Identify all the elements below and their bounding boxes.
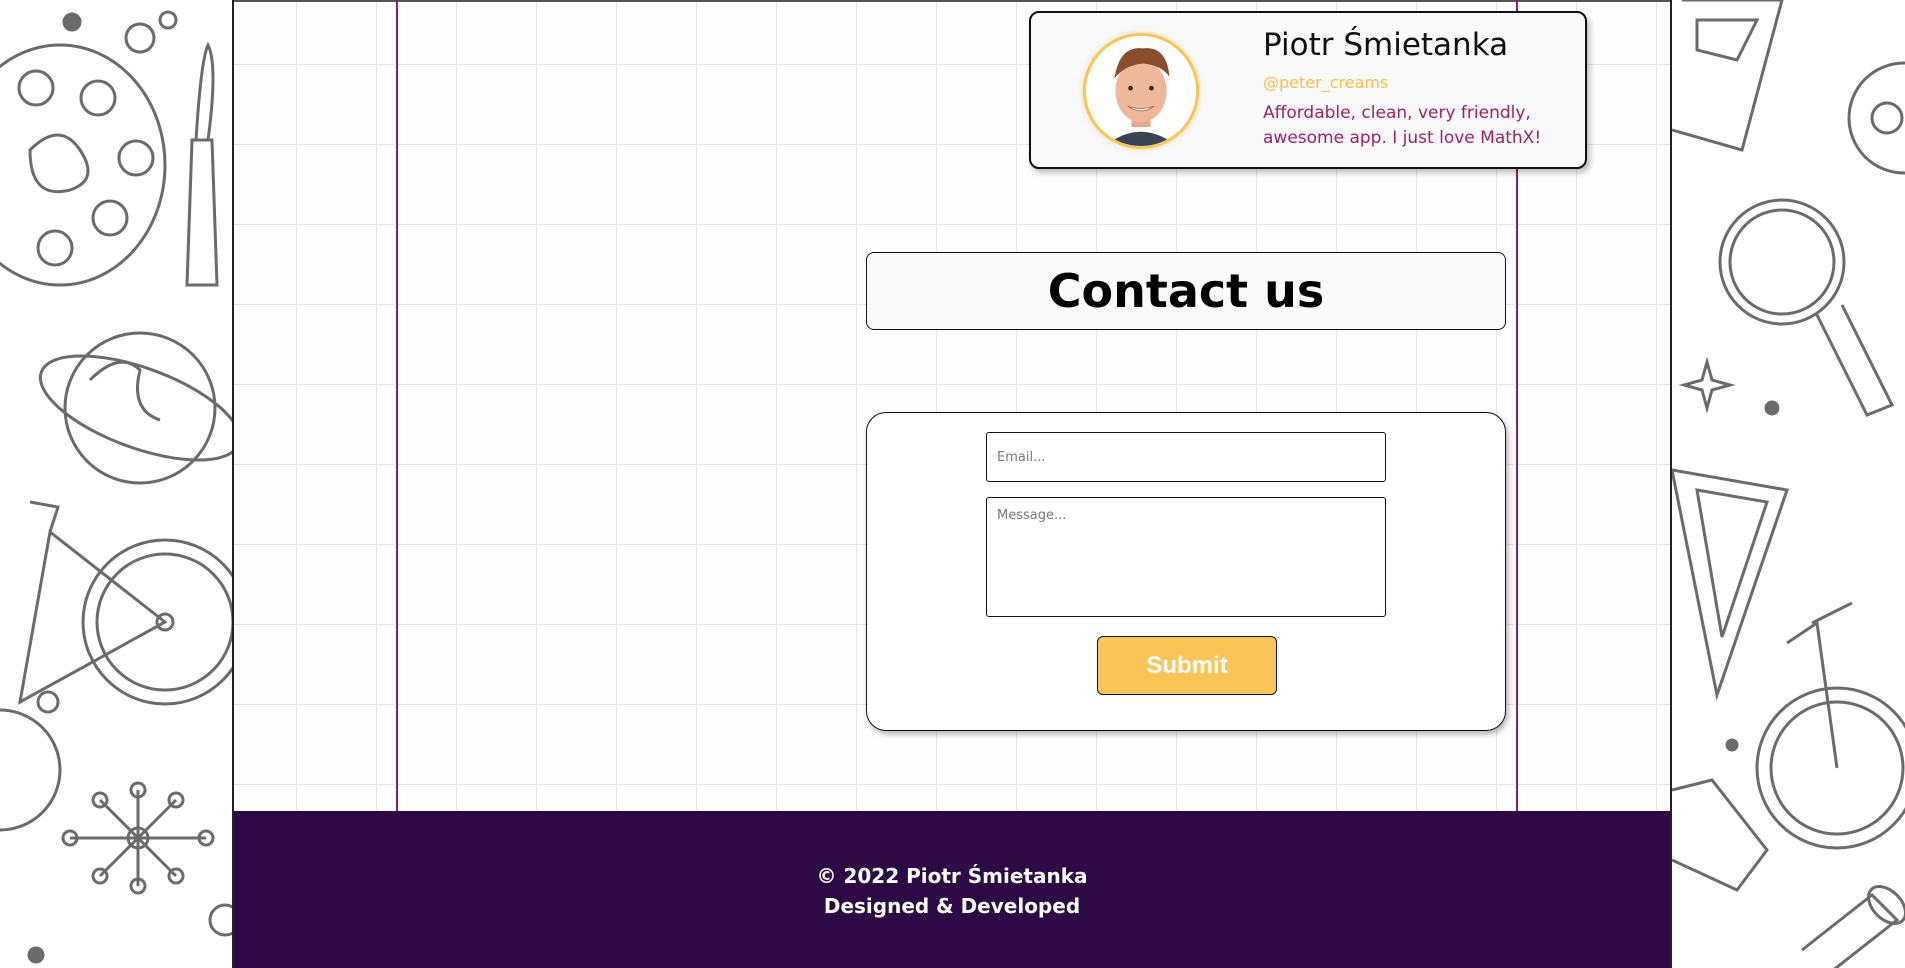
- message-field[interactable]: [986, 497, 1386, 617]
- review-text: Affordable, clean, very friendly, awesom…: [1263, 103, 1542, 148]
- left-doodle-panel: [0, 0, 232, 968]
- page-title: Contact us: [1047, 264, 1325, 318]
- reviewer-handle: @peter_creams: [1263, 73, 1389, 92]
- footer-credit: Designed & Developed: [823, 894, 1081, 918]
- footer-copyright: © 2022 Piotr Śmietanka: [816, 864, 1088, 888]
- doodle-background-icon: [1672, 0, 1905, 968]
- footer: © 2022 Piotr Śmietanka Designed & Develo…: [234, 811, 1670, 968]
- reviewer-name: Piotr Śmietanka: [1263, 27, 1509, 63]
- contact-form: Submit: [866, 412, 1506, 731]
- avatar: [1083, 33, 1199, 149]
- email-field[interactable]: [986, 432, 1386, 482]
- left-guide-line: [396, 0, 398, 811]
- top-divider: [234, 0, 1670, 2]
- review-card: Piotr Śmietanka @peter_creams Affordable…: [1029, 11, 1587, 169]
- submit-button[interactable]: Submit: [1097, 636, 1277, 695]
- user-photo-icon: [1086, 36, 1196, 146]
- main-content: Piotr Śmietanka @peter_creams Affordable…: [232, 0, 1672, 968]
- right-doodle-panel: [1672, 0, 1905, 968]
- doodle-background-icon: [0, 10, 232, 964]
- contact-heading-box: Contact us: [866, 252, 1506, 330]
